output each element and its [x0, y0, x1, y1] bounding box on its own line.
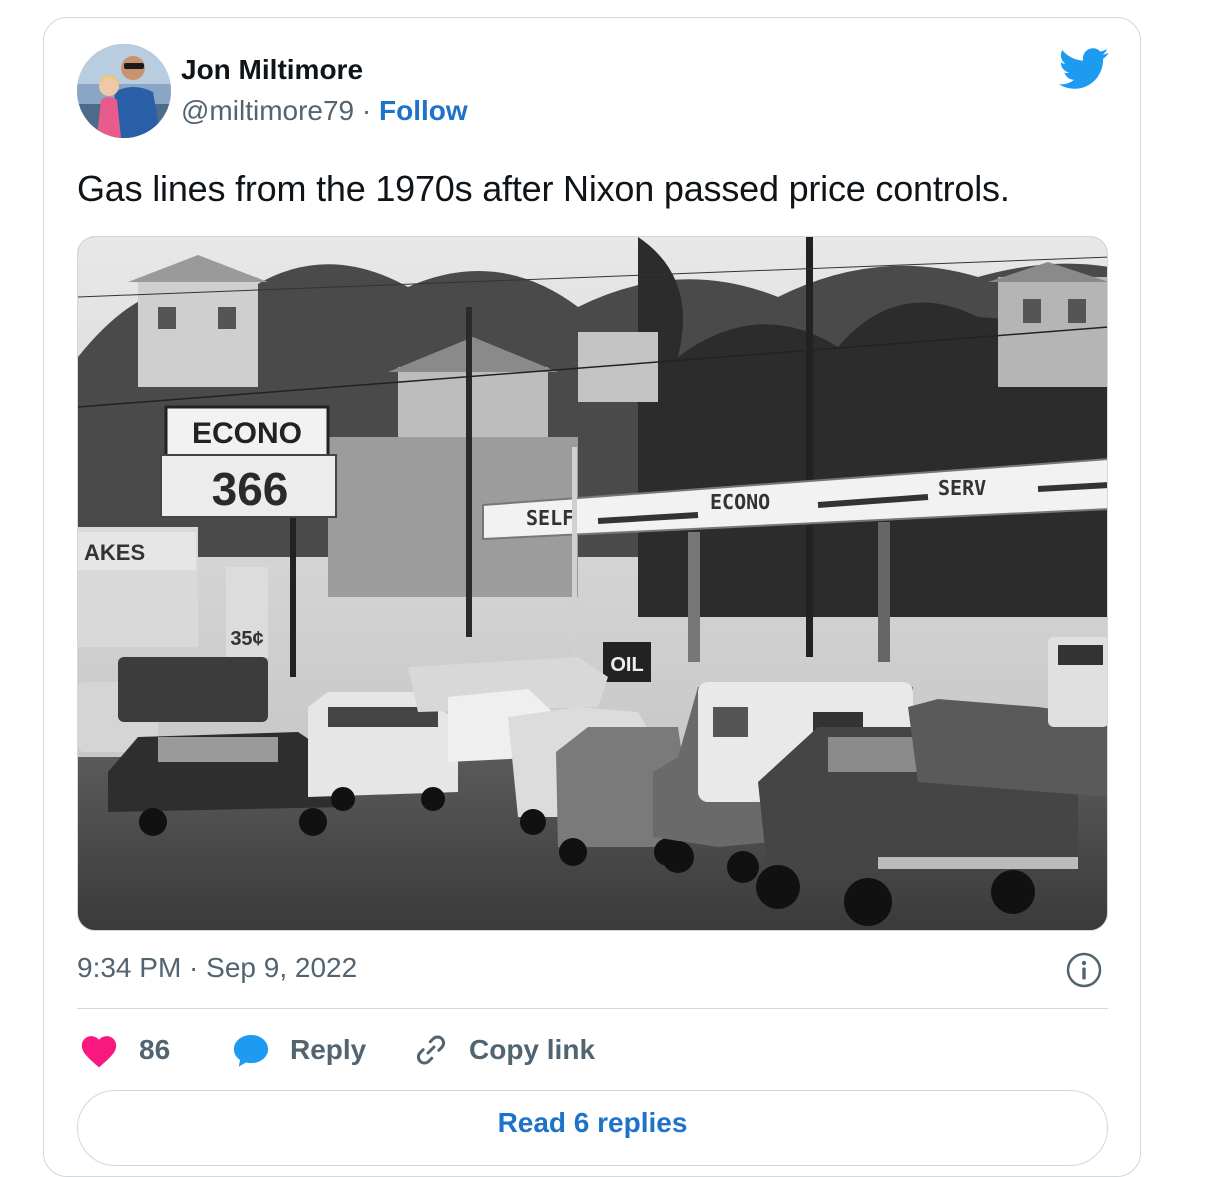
divider	[77, 1008, 1108, 1009]
reply-button[interactable]: Reply	[232, 1030, 366, 1070]
read-replies-label: Read 6 replies	[497, 1107, 688, 1138]
sign-small-price-text: 35¢	[230, 628, 263, 650]
oil-sign-text: OIL	[610, 654, 643, 676]
canopy-self-text: SELF	[526, 506, 574, 530]
canopy-econo-text: ECONO	[710, 490, 770, 514]
handle-separator: ·	[361, 95, 372, 126]
twitter-bird-icon[interactable]	[1058, 48, 1110, 90]
sign-price-text: 366	[212, 463, 289, 515]
sign-brand-text: ECONO	[192, 417, 302, 450]
tweet-timestamp[interactable]: 9:34 PM · Sep 9, 2022	[77, 952, 357, 984]
heart-icon	[81, 1036, 117, 1068]
author-handle-row: @miltimore79 · Follow	[181, 95, 468, 127]
speech-bubble-icon	[233, 1034, 269, 1067]
author-name[interactable]: Jon Miltimore	[181, 54, 363, 86]
side-sign-text: AKES	[84, 540, 145, 565]
canopy-serv-text: SERV	[938, 476, 986, 500]
like-button[interactable]: 86	[79, 1030, 170, 1070]
copy-link-label: Copy link	[469, 1034, 596, 1065]
follow-button[interactable]: Follow	[379, 95, 468, 126]
author-handle[interactable]: @miltimore79	[181, 95, 354, 126]
copy-link-button[interactable]: Copy link	[413, 1030, 595, 1070]
link-icon	[416, 1035, 446, 1065]
tweet-photo[interactable]: ECONO 366 35¢ AKES SELF ECONO SERV OIL	[77, 236, 1108, 931]
avatar[interactable]	[77, 44, 171, 138]
likes-count: 86	[139, 1034, 171, 1065]
read-replies-button[interactable]: Read 6 replies	[77, 1090, 1108, 1166]
tweet-text: Gas lines from the 1970s after Nixon pas…	[77, 168, 1010, 209]
reply-label: Reply	[290, 1034, 367, 1065]
info-icon[interactable]	[1066, 952, 1102, 988]
